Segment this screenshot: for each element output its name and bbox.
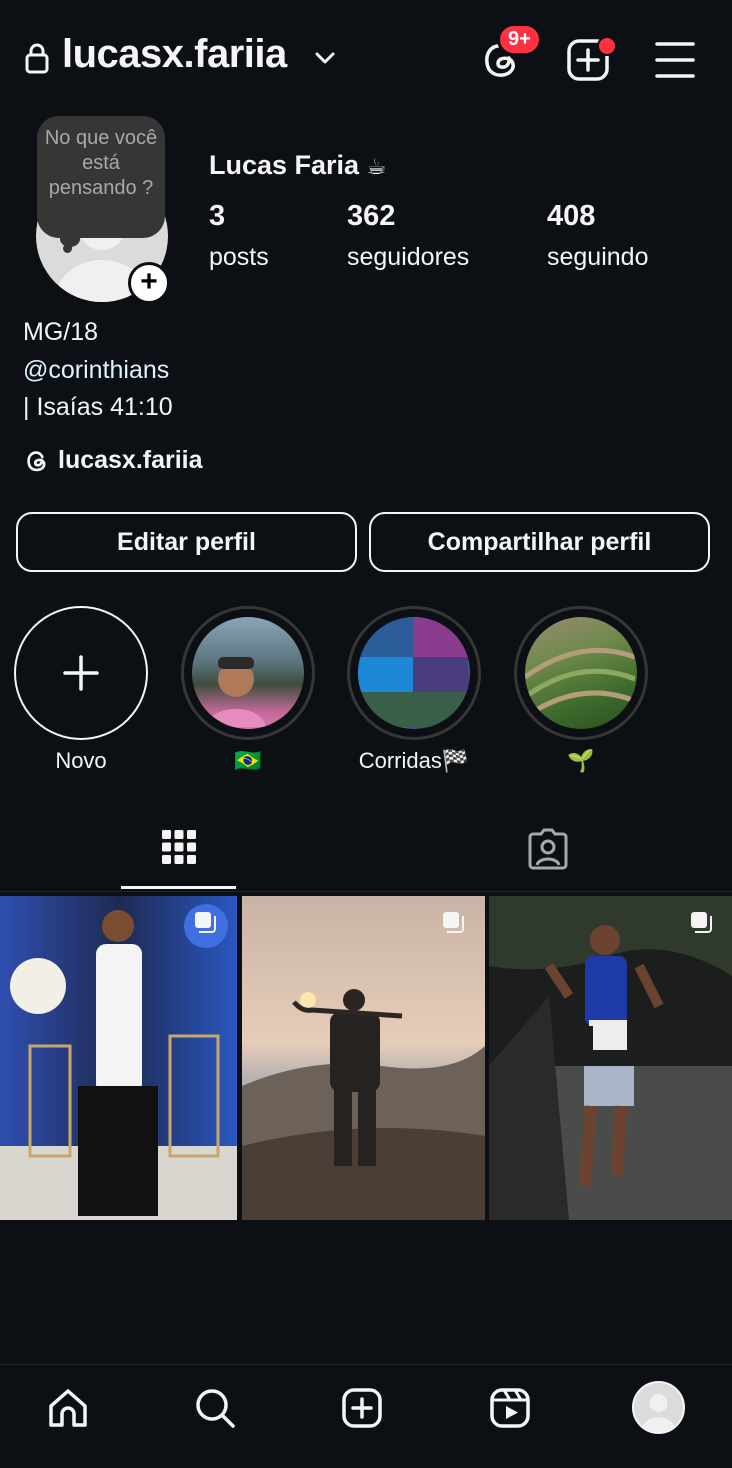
threads-handle: lucasx.fariia <box>58 446 203 474</box>
highlight-label: Novo <box>55 748 107 773</box>
post-photo <box>242 896 485 1220</box>
default-avatar-icon <box>641 1394 676 1432</box>
highlight-photo <box>525 617 637 729</box>
active-tab-indicator <box>121 886 236 889</box>
person-photo <box>206 657 266 727</box>
highlight-photo <box>192 617 304 729</box>
menu-icon[interactable] <box>653 38 697 82</box>
grid-icon[interactable] <box>160 828 198 866</box>
notification-badge: 9+ <box>497 23 542 56</box>
full-name: Lucas Faria ☕ <box>209 150 386 181</box>
post-tile[interactable] <box>489 896 732 1220</box>
create-icon[interactable] <box>340 1386 384 1430</box>
post-tile[interactable] <box>0 896 237 1220</box>
multi-photo-icon <box>443 912 464 933</box>
bio-mention-link[interactable]: @corinthians <box>23 356 169 385</box>
followers-label[interactable]: seguidores <box>347 243 469 272</box>
username-title[interactable]: lucasx.fariia <box>62 32 287 77</box>
full-name-text: Lucas Faria <box>209 150 360 180</box>
posts-count[interactable]: 3 <box>209 200 225 233</box>
threads-icon <box>27 450 46 471</box>
new-highlight-button[interactable] <box>14 606 148 740</box>
posts-label[interactable]: posts <box>209 243 269 272</box>
highlight-label: 🇧🇷 <box>234 748 262 773</box>
tab-divider <box>0 891 732 892</box>
highlight-label: 🌱 <box>567 748 595 773</box>
highlight-brazil[interactable] <box>181 606 315 740</box>
post-photo <box>489 896 732 1220</box>
home-icon[interactable] <box>46 1386 90 1430</box>
coffee-emoji: ☕ <box>366 154 387 179</box>
threads-profile-link[interactable]: lucasx.fariia <box>24 446 203 475</box>
share-profile-button[interactable]: Compartilhar perfil <box>369 512 710 572</box>
following-count[interactable]: 408 <box>547 200 595 233</box>
followers-count[interactable]: 362 <box>347 200 395 233</box>
plus-icon <box>63 655 99 691</box>
note-bubble-tail-small <box>63 244 72 253</box>
add-story-plus-icon[interactable]: + <box>128 262 170 304</box>
multi-photo-icon <box>195 912 216 933</box>
reels-icon[interactable] <box>488 1386 532 1430</box>
post-photo <box>0 896 237 1220</box>
tagged-person-icon[interactable] <box>527 828 569 870</box>
highlight-label: Corridas🏁 <box>358 748 470 773</box>
highlight-photo <box>358 617 470 729</box>
bio-line: | Isaías 41:10 <box>23 393 173 421</box>
following-label[interactable]: seguindo <box>547 243 648 272</box>
multi-photo-icon <box>691 912 712 933</box>
highlight-plant[interactable] <box>514 606 648 740</box>
search-icon[interactable] <box>193 1386 237 1430</box>
terraced-hill-photo <box>525 647 636 720</box>
new-indicator-dot <box>597 36 617 56</box>
lock-icon <box>25 43 49 74</box>
profile-tab-avatar[interactable] <box>632 1381 685 1434</box>
note-bubble[interactable]: No que você está pensando ? <box>37 116 165 238</box>
bio-line: MG/18 <box>23 318 99 346</box>
post-tile[interactable] <box>242 896 485 1220</box>
highlight-corridas[interactable] <box>347 606 481 740</box>
edit-profile-button[interactable]: Editar perfil <box>16 512 357 572</box>
collage-photo <box>358 617 468 727</box>
chevron-down-icon[interactable] <box>312 48 338 68</box>
